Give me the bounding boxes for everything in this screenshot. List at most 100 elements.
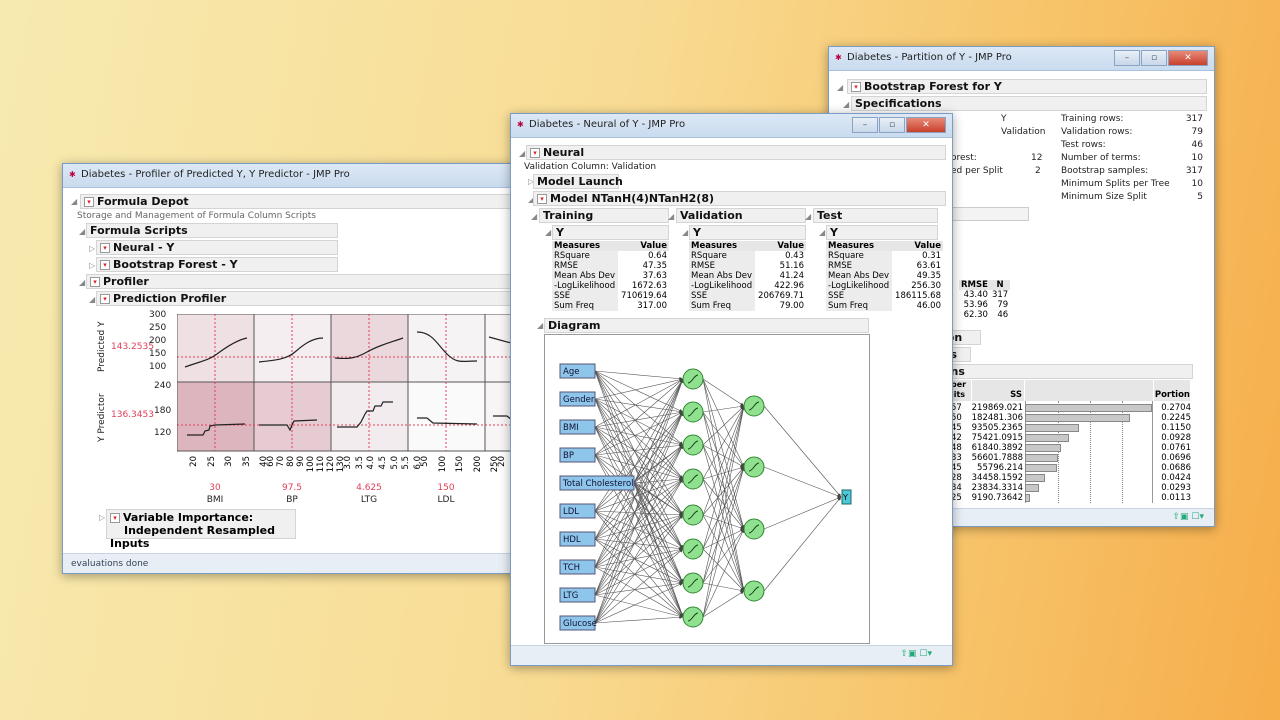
formula-depot-subtitle: Storage and Management of Formula Column…	[77, 211, 316, 221]
contribution-row: 34 23834.3314 0.0293	[951, 483, 1191, 493]
measure-name: SSE	[689, 291, 756, 301]
status-icons[interactable]: ⇧▣ ☐▾	[1173, 512, 1205, 522]
red-triangle-menu-icon[interactable]: ▾	[90, 277, 100, 287]
response-header[interactable]: Y	[689, 225, 806, 240]
specifications-header[interactable]: Specifications	[851, 96, 1207, 111]
formula-depot-header[interactable]: ▾ Formula Depot	[80, 194, 530, 209]
disclosure-icon[interactable]: ◢	[537, 321, 543, 330]
measure-value: 63.61	[916, 261, 941, 271]
portion-bar	[1025, 484, 1039, 492]
close-button[interactable]: ✕	[906, 117, 946, 133]
red-triangle-menu-icon[interactable]: ▾	[100, 243, 110, 253]
title-bar[interactable]: ✱ Diabetes - Profiler of Predicted Y, Y …	[63, 164, 531, 188]
disclosure-icon[interactable]: ◢	[837, 83, 843, 92]
minimize-button[interactable]: –	[852, 117, 878, 133]
neural-header[interactable]: ▾ Neural	[526, 145, 946, 160]
disclosure-icon[interactable]: ◢	[843, 100, 849, 109]
maximize-button[interactable]: ▫	[1141, 50, 1167, 66]
expand-icon[interactable]: ▷	[89, 244, 95, 253]
set-header[interactable]: Validation	[676, 208, 806, 223]
profiler-plots[interactable]	[177, 314, 533, 454]
section-header-partial	[949, 207, 1029, 221]
set-header[interactable]: Test	[813, 208, 938, 223]
status-text: evaluations done	[71, 559, 149, 569]
portion-bar	[1025, 454, 1058, 462]
x-tick-label: 25	[206, 456, 217, 467]
portion-bar	[1025, 424, 1079, 432]
disclosure-icon[interactable]: ◢	[805, 212, 811, 221]
minimize-button[interactable]: –	[1114, 50, 1140, 66]
window-title: Diabetes - Profiler of Predicted Y, Y Pr…	[81, 169, 350, 180]
maximize-button[interactable]: ▫	[879, 117, 905, 133]
connection	[594, 411, 684, 456]
set-header[interactable]: Training	[539, 208, 669, 223]
status-icons[interactable]: ⇧▣ ☐▾	[901, 649, 933, 659]
measure-row: RSquare 0.31	[826, 251, 943, 261]
disclosure-icon[interactable]: ◢	[79, 278, 85, 287]
portion-bar	[1025, 404, 1152, 412]
spec-value: 46	[1191, 140, 1203, 150]
measure-row: SSE 710619.64	[552, 291, 669, 301]
connection	[702, 404, 745, 413]
response-header[interactable]: Y	[826, 225, 938, 240]
red-triangle-menu-icon[interactable]: ▾	[530, 148, 540, 158]
title-bar[interactable]: ✱ Diabetes - Partition of Y - JMP Pro – ▫…	[829, 47, 1214, 71]
y-tick-label: 150	[149, 349, 167, 359]
section-header-partial[interactable]: ons	[939, 364, 1193, 379]
response-header[interactable]: Y	[552, 225, 669, 240]
model-launch-header[interactable]: Model Launch	[533, 174, 623, 189]
measure-row: RSquare 0.64	[552, 251, 669, 261]
y-tick-label: 120	[154, 428, 172, 438]
expand-icon[interactable]: ▷	[99, 513, 105, 522]
measure-row: RSquare 0.43	[689, 251, 806, 261]
title-bar[interactable]: ✱ Diabetes - Neural of Y - JMP Pro – ▫ ✕	[511, 114, 952, 138]
profiler-header[interactable]: ▾ Profiler	[86, 274, 530, 289]
diagram-header[interactable]: Diagram	[544, 318, 869, 333]
connection	[702, 444, 745, 592]
spec-value: 79	[1191, 127, 1203, 137]
cell: 43.40	[963, 290, 988, 300]
variable-importance-header[interactable]: ▾ Variable Importance: Independent Resampl…	[106, 509, 296, 550]
x-tick-label: 20	[189, 456, 199, 467]
measure-name: Sum Freq	[552, 301, 619, 311]
red-triangle-menu-icon[interactable]: ▾	[100, 260, 110, 270]
disclosure-icon[interactable]: ◢	[71, 197, 77, 206]
disclosure-icon[interactable]: ◢	[89, 295, 95, 304]
disclosure-icon[interactable]: ◢	[819, 228, 825, 237]
factor-current-value[interactable]: 97.5	[262, 483, 322, 493]
measure-value: 0.43	[785, 251, 804, 261]
input-label: BMI	[563, 423, 579, 433]
spec-right-list: Training rows: 317 Validation rows: 79 Test …	[1061, 114, 1203, 205]
disclosure-icon[interactable]: ◢	[79, 227, 85, 236]
measure-name: RMSE	[552, 261, 619, 271]
x-tick-label: 70	[276, 456, 286, 467]
close-button[interactable]: ✕	[1168, 50, 1208, 66]
factor-current-value[interactable]: 4.625	[339, 483, 399, 493]
connection	[702, 444, 745, 530]
prediction-profiler-header[interactable]: ▾ Prediction Profiler	[96, 291, 530, 306]
bootstrap-script-header[interactable]: ▾ Bootstrap Forest - Y	[96, 257, 338, 272]
disclosure-icon[interactable]: ◢	[682, 228, 688, 237]
x-tick-label: 200	[472, 456, 483, 473]
spec-value: 317	[1185, 114, 1203, 124]
bootstrap-forest-header[interactable]: ▾ Bootstrap Forest for Y	[847, 79, 1207, 94]
validation-column-text: Validation Column: Validation	[524, 162, 657, 172]
disclosure-icon[interactable]: ◢	[668, 212, 674, 221]
disclosure-icon[interactable]: ◢	[519, 149, 525, 158]
red-triangle-menu-icon[interactable]: ▾	[100, 294, 110, 304]
formula-scripts-header[interactable]: Formula Scripts	[86, 223, 338, 238]
factor-current-value[interactable]: 150	[416, 483, 476, 493]
model-header[interactable]: ▾ Model NTanH(4)NTanH2(8)	[533, 191, 946, 206]
portion-bar	[1025, 434, 1069, 442]
disclosure-icon[interactable]: ◢	[545, 228, 551, 237]
red-triangle-menu-icon[interactable]: ▾	[110, 513, 120, 523]
disclosure-icon[interactable]: ◢	[531, 212, 537, 221]
red-triangle-menu-icon[interactable]: ▾	[851, 82, 861, 92]
red-triangle-menu-icon[interactable]: ▾	[84, 197, 94, 207]
red-triangle-menu-icon[interactable]: ▾	[537, 194, 547, 204]
neural-script-header[interactable]: ▾ Neural - Y	[96, 240, 338, 255]
input-label: HDL	[563, 535, 581, 545]
factor-current-value[interactable]: 30	[185, 483, 245, 493]
x-tick-label: 100	[306, 456, 316, 473]
expand-icon[interactable]: ▷	[89, 261, 95, 270]
